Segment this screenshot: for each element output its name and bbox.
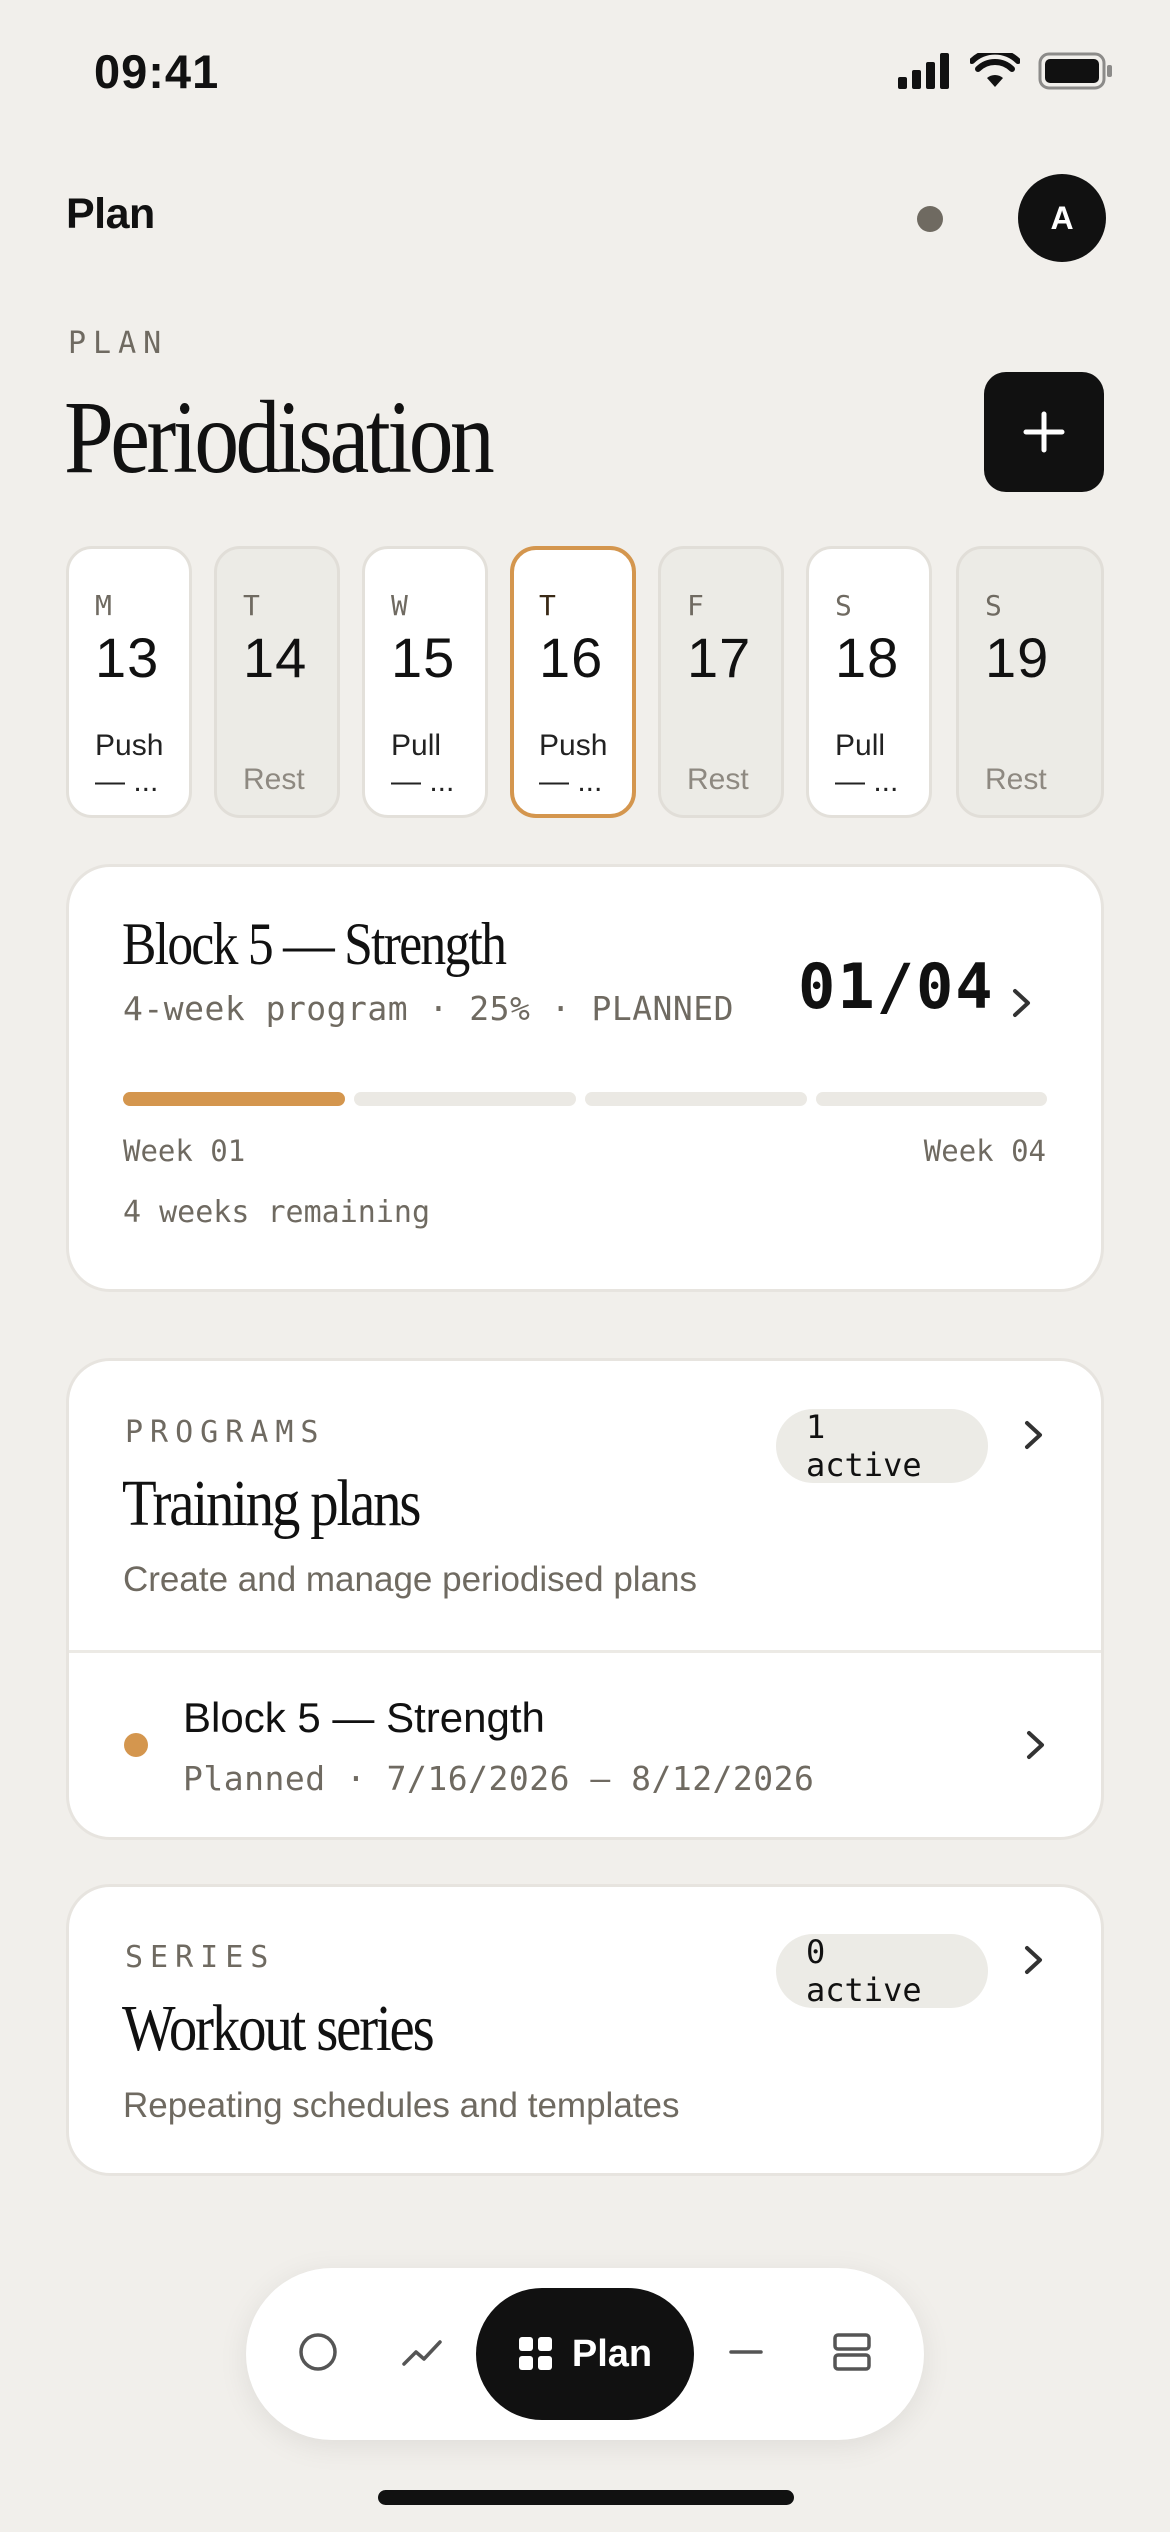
grid-icon xyxy=(518,2337,552,2370)
block-subtitle: 4-week program · 25% · PLANNED xyxy=(123,989,735,1028)
chevron-right-icon[interactable] xyxy=(1002,983,1042,1023)
day-number: 18 xyxy=(835,626,900,689)
day-card[interactable]: W 15 Pull — ... xyxy=(362,546,488,818)
week-end-label: Week 04 xyxy=(923,1134,1046,1168)
day-letter: S xyxy=(985,589,1002,622)
page-eyebrow: PLAN xyxy=(68,326,169,361)
weeks-remaining: 4 weeks remaining xyxy=(123,1195,431,1230)
divider xyxy=(69,1650,1101,1653)
day-card[interactable]: M 13 Push — ... xyxy=(66,546,192,818)
day-card[interactable]: F 17 Rest xyxy=(658,546,784,818)
day-sub: — ... xyxy=(835,765,899,798)
day-letter: T xyxy=(243,589,260,622)
day-card[interactable]: T 14 Rest xyxy=(214,546,340,818)
day-number: 14 xyxy=(243,626,308,689)
status-dot xyxy=(917,206,943,232)
progress-segment xyxy=(585,1092,807,1106)
programs-active-badge: 1 active xyxy=(776,1408,988,1484)
day-card[interactable]: S 18 Pull — ... xyxy=(806,546,932,818)
series-eyebrow: SERIES xyxy=(125,1940,276,1975)
week-start-label: Week 01 xyxy=(123,1134,246,1168)
day-sub: — ... xyxy=(539,765,603,798)
block-title: Block 5 — Strength xyxy=(122,911,507,977)
plan-status-dot xyxy=(124,1733,148,1757)
day-type: Rest xyxy=(985,763,1047,796)
progress-segment xyxy=(816,1092,1047,1106)
circle-tab-icon[interactable] xyxy=(296,2330,340,2374)
day-type: Pull xyxy=(391,729,442,762)
programs-eyebrow: PROGRAMS xyxy=(125,1415,326,1450)
day-type: Pull xyxy=(835,729,886,762)
progress-segment xyxy=(354,1092,576,1106)
day-number: 16 xyxy=(539,626,604,689)
series-title: Workout series xyxy=(122,1992,435,2065)
day-letter: S xyxy=(835,589,852,622)
chevron-right-icon[interactable] xyxy=(1014,1415,1054,1455)
block-week-count: 01/04 xyxy=(798,950,995,1023)
day-card[interactable]: S 19 Rest xyxy=(956,546,1104,818)
chevron-right-icon[interactable] xyxy=(1014,1940,1054,1980)
day-type: Push xyxy=(95,729,164,762)
tab-plan-label: Plan xyxy=(571,2332,653,2375)
day-type: Push xyxy=(539,729,608,762)
status-icons xyxy=(898,52,1114,90)
day-number: 15 xyxy=(391,626,456,689)
app-title: Plan xyxy=(66,190,155,238)
day-number: 19 xyxy=(985,626,1050,689)
day-number: 17 xyxy=(687,626,752,689)
rows-tab-icon[interactable] xyxy=(830,2330,874,2374)
plan-name: Block 5 — Strength xyxy=(183,1694,545,1741)
plan-dates: Planned · 7/16/2026 – 8/12/2026 xyxy=(183,1759,815,1798)
status-time: 09:41 xyxy=(94,45,220,98)
day-letter: F xyxy=(687,589,704,622)
day-letter: M xyxy=(95,589,112,622)
series-active-badge: 0 active xyxy=(776,1933,988,2009)
tab-plan[interactable]: Plan xyxy=(476,2288,694,2420)
battery-icon xyxy=(1038,52,1112,90)
programs-title[interactable]: Training plans xyxy=(122,1466,422,1542)
trend-chart-icon[interactable] xyxy=(400,2332,446,2372)
day-sub: — ... xyxy=(391,765,455,798)
day-type: Rest xyxy=(243,763,305,796)
day-number: 13 xyxy=(95,626,160,689)
chevron-right-icon[interactable] xyxy=(1016,1725,1056,1765)
minus-tab-icon[interactable] xyxy=(728,2336,764,2368)
series-description: Repeating schedules and templates xyxy=(123,2086,680,2125)
day-type: Rest xyxy=(687,763,749,796)
wifi-icon xyxy=(970,53,1020,87)
progress-segment xyxy=(123,1092,345,1106)
avatar[interactable]: A xyxy=(1018,174,1106,262)
day-sub: — ... xyxy=(95,765,159,798)
day-letter: T xyxy=(539,589,556,622)
programs-description: Create and manage periodised plans xyxy=(123,1560,697,1599)
add-button[interactable] xyxy=(984,372,1104,492)
cellular-signal-icon xyxy=(898,53,949,89)
home-indicator xyxy=(378,2490,794,2505)
day-card-selected[interactable]: T 16 Push — ... xyxy=(510,546,636,818)
day-letter: W xyxy=(391,589,408,622)
plus-icon xyxy=(1023,411,1065,453)
page-title: Periodisation xyxy=(64,380,495,495)
